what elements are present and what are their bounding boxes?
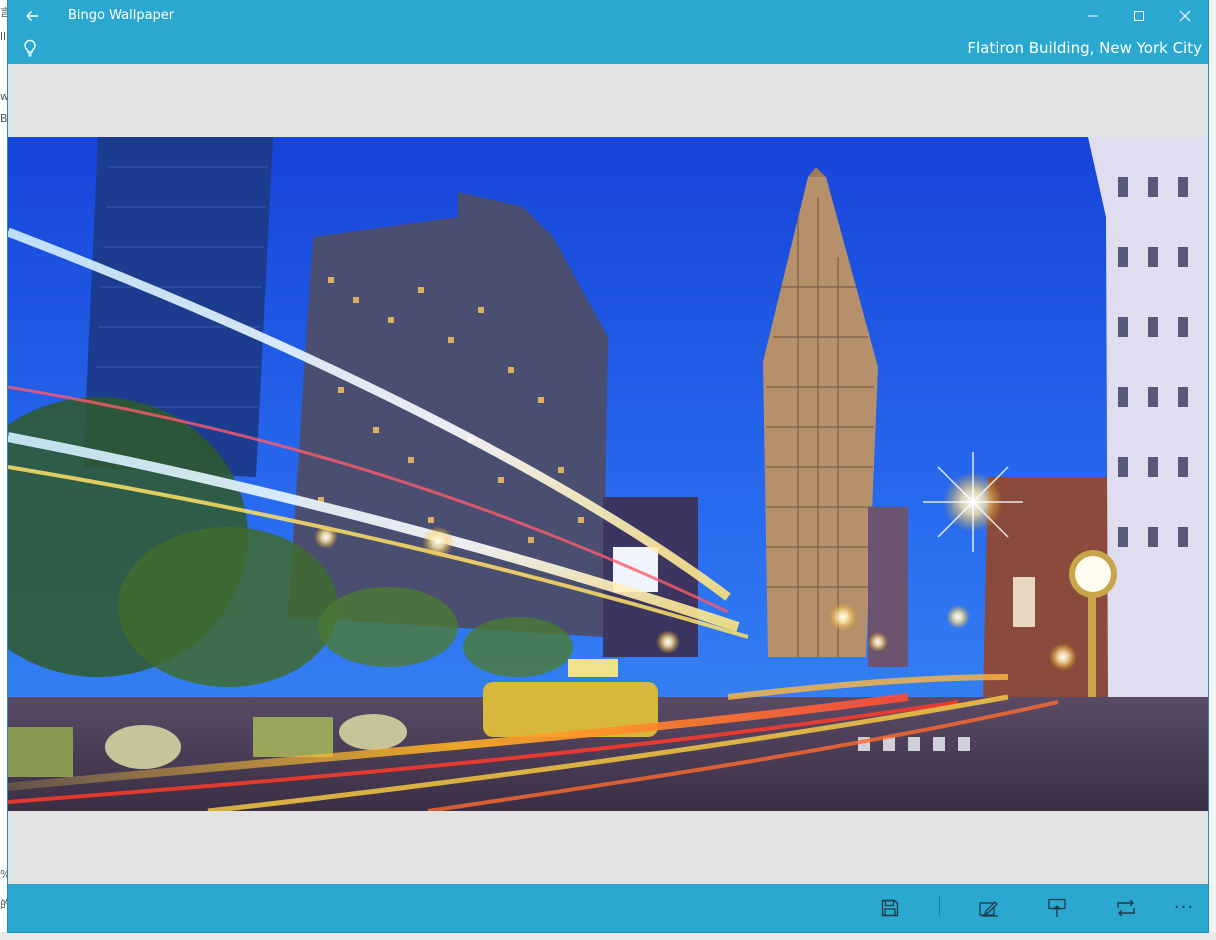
repeat-icon xyxy=(1117,899,1135,917)
more-icon: ··· xyxy=(1173,897,1195,918)
back-arrow-icon xyxy=(26,11,38,21)
wallpaper-illustration xyxy=(8,137,1208,811)
app-window: Bingo Wallpaper Flatiron Building, New Y… xyxy=(8,0,1208,932)
command-separator xyxy=(939,896,940,916)
edit-button[interactable] xyxy=(971,892,1007,924)
more-button[interactable]: ··· xyxy=(1166,892,1202,924)
tip-button[interactable] xyxy=(16,32,44,64)
close-button[interactable] xyxy=(1162,0,1208,32)
save-button[interactable] xyxy=(872,892,908,924)
background-window-edge-right xyxy=(1208,0,1216,940)
set-wallpaper-button[interactable] xyxy=(1039,892,1075,924)
command-bar: ··· xyxy=(8,884,1208,932)
edit-icon xyxy=(979,901,998,917)
minimize-button[interactable] xyxy=(1070,0,1116,32)
location-title: Flatiron Building, New York City xyxy=(967,39,1202,57)
title-bar: Bingo Wallpaper xyxy=(8,0,1208,32)
background-window-bottom xyxy=(0,932,1216,940)
save-icon xyxy=(881,899,899,917)
app-title: Bingo Wallpaper xyxy=(68,8,175,23)
pin-icon xyxy=(1048,898,1066,917)
repeat-button[interactable] xyxy=(1108,892,1144,924)
wallpaper-image[interactable] xyxy=(8,137,1208,811)
close-icon xyxy=(1179,10,1191,22)
maximize-icon xyxy=(1134,11,1144,21)
header-bar: Flatiron Building, New York City xyxy=(8,32,1208,64)
minimize-icon xyxy=(1088,15,1098,17)
maximize-button[interactable] xyxy=(1116,0,1162,32)
back-button[interactable] xyxy=(16,0,48,32)
lightbulb-icon xyxy=(24,39,36,57)
